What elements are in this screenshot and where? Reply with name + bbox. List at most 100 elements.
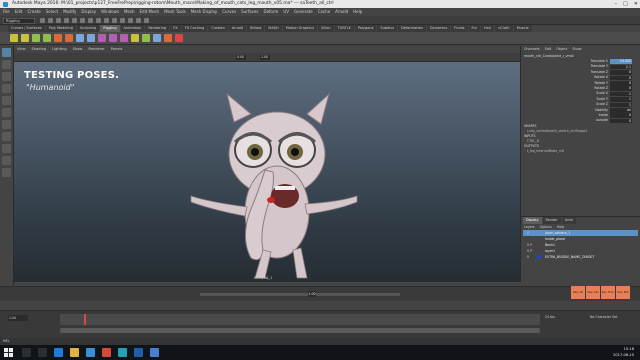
time-slider-track[interactable]	[200, 293, 400, 296]
shelf-tab-curves[interactable]: Curves / Surfaces	[8, 25, 45, 32]
redo-icon[interactable]	[72, 17, 77, 23]
layer-color-swatch[interactable]	[537, 231, 541, 235]
shelf-tab-animation[interactable]: Animation	[120, 25, 145, 32]
menu-arnold[interactable]: Arnold	[335, 8, 348, 16]
menu-curves[interactable]: Curves	[222, 8, 236, 16]
menu-mesh-tools[interactable]: Mesh Tools	[164, 8, 186, 16]
save-scene-icon[interactable]	[56, 17, 61, 23]
group-icon[interactable]	[142, 34, 150, 42]
move-tool-icon[interactable]	[2, 84, 11, 93]
attribute-value[interactable]: 0	[610, 86, 632, 91]
menu-cache[interactable]: Cache	[318, 8, 330, 16]
menu-help[interactable]: Help	[353, 8, 362, 16]
current-time-marker[interactable]	[84, 314, 86, 325]
attribute-value[interactable]: on	[610, 107, 632, 113]
render-icon[interactable]	[128, 17, 133, 23]
key-sel-button[interactable]: Key Sel	[586, 286, 600, 299]
timeline-ruler[interactable]	[60, 314, 540, 325]
rotate-tool-icon[interactable]	[2, 96, 11, 105]
attribute-value[interactable]: 0	[610, 75, 632, 81]
script-icon[interactable]	[175, 34, 183, 42]
menu-file[interactable]: File	[3, 8, 10, 16]
maya-icon[interactable]	[118, 348, 127, 357]
snap-point-icon[interactable]	[120, 17, 125, 23]
constraint-point-icon[interactable]	[98, 34, 106, 42]
taskbar-clock[interactable]: 15:18 2017-06-15	[613, 346, 634, 358]
shelf-tab-subdivs[interactable]: Subdivs	[377, 25, 398, 32]
menu-deform[interactable]: Deform	[263, 8, 278, 16]
cb-menu-object[interactable]: Object	[556, 46, 567, 53]
attribute-value[interactable]: 0	[610, 113, 632, 118]
time-slider[interactable]: 1.00	[0, 286, 640, 301]
undo-icon[interactable]	[64, 17, 69, 23]
key-tran-button[interactable]: Key Tran	[601, 286, 615, 299]
freeze-transform-icon[interactable]	[153, 34, 161, 42]
key-rot-button[interactable]: Key Rot	[616, 286, 630, 299]
cb-menu-edit[interactable]: Edit	[545, 46, 552, 53]
single-layout-icon[interactable]	[2, 132, 11, 141]
shelf-tab-hair[interactable]: Hair	[481, 25, 495, 32]
attribute-row[interactable]: outside 0	[521, 118, 640, 124]
near-clip-field[interactable]: 0.00	[236, 55, 246, 60]
shelf-tab-fx[interactable]: FX	[170, 25, 181, 32]
panel-menu-lighting[interactable]: Lighting	[52, 46, 67, 53]
new-scene-icon[interactable]	[40, 17, 45, 23]
render-settings-icon[interactable]	[144, 17, 149, 23]
shelf-tab-xgen[interactable]: XGen	[318, 25, 334, 32]
menu-display[interactable]: Display	[81, 8, 96, 16]
shelf-tab-mash[interactable]: MASH	[265, 25, 282, 32]
scale-tool-icon[interactable]	[2, 108, 11, 117]
menu-mesh-display[interactable]: Mesh Display	[191, 8, 218, 16]
panel-menu-panels[interactable]: Panels	[111, 46, 123, 53]
store-icon[interactable]	[86, 348, 95, 357]
menu-edit-mesh[interactable]: Edit Mesh	[140, 8, 160, 16]
curve-icon[interactable]	[54, 34, 62, 42]
menu-select[interactable]: Select	[46, 8, 58, 16]
windows-start-icon[interactable]	[4, 348, 13, 357]
menu-windows[interactable]: Windows	[101, 8, 119, 16]
character-set-select[interactable]: No Character Set	[590, 315, 617, 319]
panel-menu-shading[interactable]: Shading	[32, 46, 47, 53]
panel-menu-renderer[interactable]: Renderer	[88, 46, 104, 53]
cb-menu-show[interactable]: Show	[572, 46, 581, 53]
panel-menu-view[interactable]: View	[17, 46, 26, 53]
layer-color-swatch[interactable]	[537, 243, 541, 247]
shelf-tab-bifrost[interactable]: Bifrost	[247, 25, 265, 32]
shelf-tab-polygons[interactable]: Polygons	[354, 25, 377, 32]
layer-color-swatch[interactable]	[537, 237, 541, 241]
snap-curve-icon[interactable]	[112, 17, 117, 23]
paint-weights-icon[interactable]	[43, 34, 51, 42]
shelf-tab-fluids[interactable]: Fluids	[451, 25, 468, 32]
layer-tab-anim[interactable]: Anim	[561, 217, 577, 224]
select-component-icon[interactable]	[96, 17, 101, 23]
constraint-orient-icon[interactable]	[109, 34, 117, 42]
cluster-icon[interactable]	[65, 34, 73, 42]
shelf-tab-fur[interactable]: Fur	[468, 25, 480, 32]
layer-visibility-toggle[interactable]: V	[527, 254, 529, 260]
constraint-parent-icon[interactable]	[120, 34, 128, 42]
last-tool-icon[interactable]	[2, 120, 11, 129]
folder-icon[interactable]	[70, 348, 79, 357]
outliner-layout-icon[interactable]	[2, 156, 11, 165]
attribute-value[interactable]: 1	[610, 91, 632, 97]
search-icon[interactable]	[22, 348, 31, 357]
menu-surfaces[interactable]: Surfaces	[241, 8, 258, 16]
menu-mesh[interactable]: Mesh	[124, 8, 135, 16]
select-hierarchy-icon[interactable]	[80, 17, 85, 23]
attribute-value[interactable]: 0	[610, 118, 632, 124]
viewport[interactable]: TESTING POSES. "Humanoid" CAMERA_1	[14, 62, 520, 282]
open-scene-icon[interactable]	[48, 17, 53, 23]
attribute-value[interactable]: 1	[610, 97, 632, 102]
shelf-tab-deformation[interactable]: Deformation	[398, 25, 427, 32]
paint-select-icon[interactable]	[2, 72, 11, 81]
delete-history-icon[interactable]	[164, 34, 172, 42]
select-object-icon[interactable]	[88, 17, 93, 23]
graph-layout-icon[interactable]	[2, 168, 11, 177]
snap-grid-icon[interactable]	[104, 17, 109, 23]
menu-uv[interactable]: UV	[283, 8, 289, 16]
shelf-tab-motion-graphics[interactable]: Motion Graphics	[282, 25, 318, 32]
shelf-tab-dynamics[interactable]: Dynamics	[427, 25, 451, 32]
edge-icon[interactable]	[54, 348, 63, 357]
character-model[interactable]	[189, 92, 359, 282]
menu-generate[interactable]: Generate	[294, 8, 313, 16]
